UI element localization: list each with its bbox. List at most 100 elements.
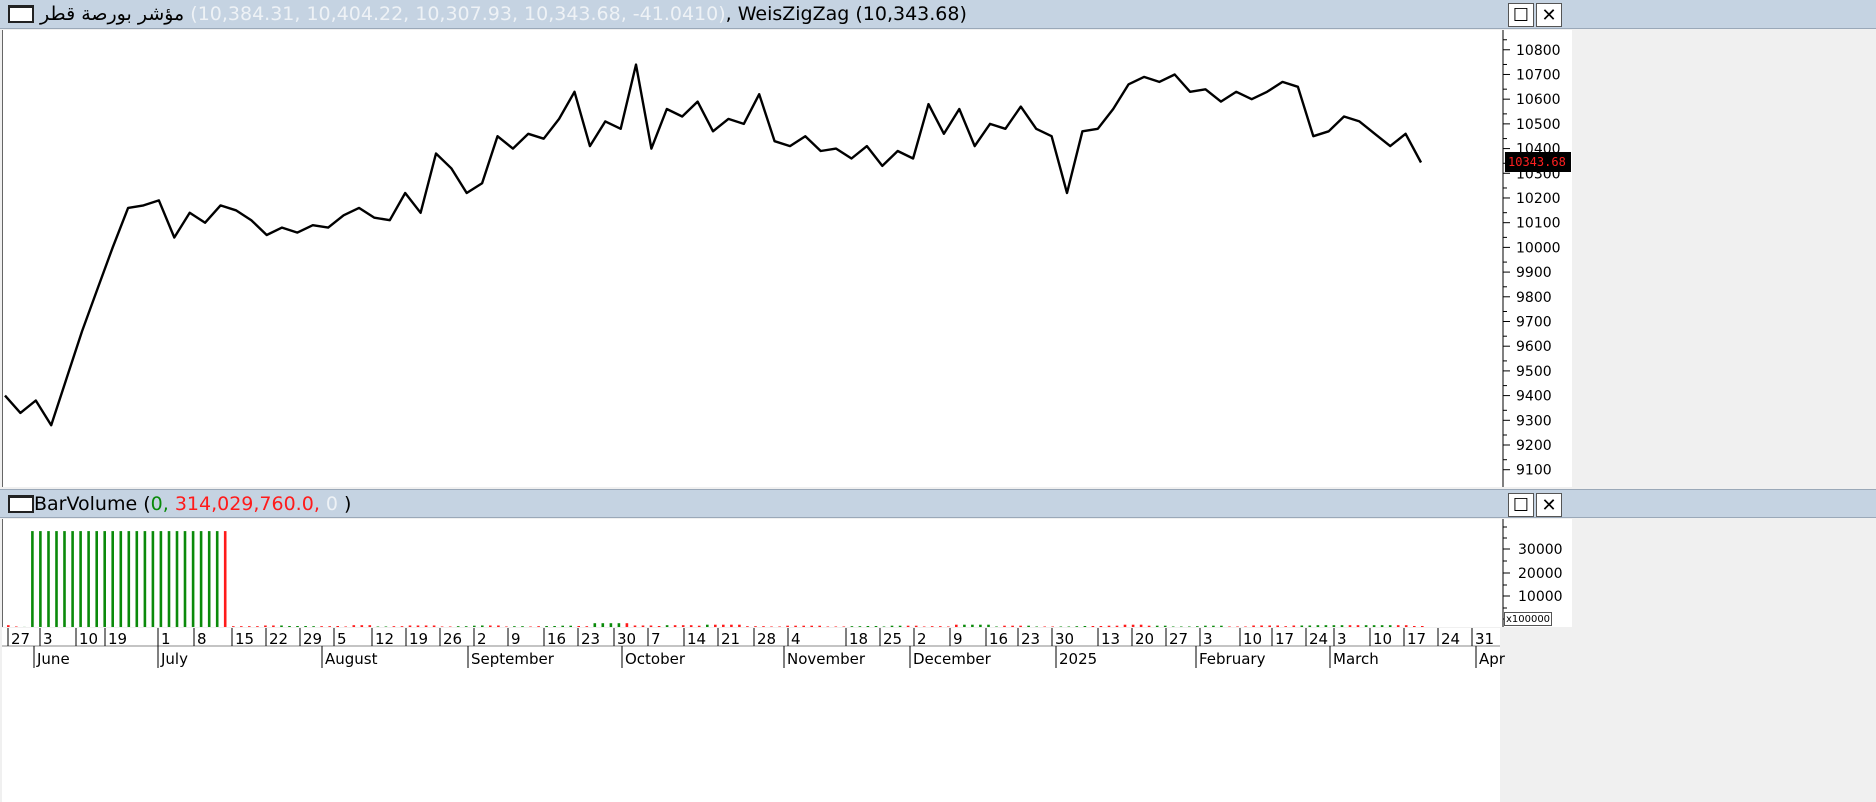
volume-bar bbox=[593, 623, 597, 627]
restore-icon: ☐ bbox=[1512, 494, 1530, 516]
month-label: Apr bbox=[1479, 650, 1506, 668]
month-label: December bbox=[913, 650, 992, 668]
volume-bar bbox=[63, 531, 66, 627]
price-chart[interactable] bbox=[3, 30, 1503, 487]
day-tick-label: 15 bbox=[235, 630, 254, 648]
volume-bar bbox=[1139, 624, 1143, 627]
volume-bar bbox=[111, 531, 114, 627]
volume-bar bbox=[1332, 625, 1336, 627]
month-label: February bbox=[1199, 650, 1266, 668]
price-chart-panel[interactable] bbox=[2, 30, 1503, 487]
volume-bar bbox=[625, 623, 629, 627]
volume-bar bbox=[489, 625, 492, 627]
volume-bar bbox=[810, 625, 813, 627]
volume-bar bbox=[1364, 625, 1368, 627]
volume-bar bbox=[1180, 626, 1183, 627]
day-tick-label: 5 bbox=[337, 630, 347, 648]
close-button[interactable]: ✕ bbox=[1536, 493, 1562, 517]
volume-bar bbox=[464, 626, 468, 627]
volume-bar bbox=[79, 531, 82, 627]
volume-bar bbox=[930, 626, 934, 627]
volume-bar bbox=[633, 625, 637, 627]
volume-bar bbox=[537, 626, 540, 627]
volume-bar bbox=[296, 626, 299, 627]
volume-bar bbox=[368, 625, 372, 627]
month-label: September bbox=[471, 650, 555, 668]
volume-bar bbox=[1228, 626, 1231, 627]
price-panel-title-line: مؤشر بورصة قطر (10,384.31, 10,404.22, 10… bbox=[40, 3, 967, 25]
price-tick-label: 10500 bbox=[1516, 117, 1561, 133]
last-value-tag: 10343.68 bbox=[1505, 152, 1571, 172]
restore-button[interactable]: ☐ bbox=[1508, 493, 1534, 517]
volume-bar bbox=[1356, 625, 1360, 627]
day-tick-label: 24 bbox=[1441, 630, 1460, 648]
volume-bar bbox=[955, 624, 958, 627]
price-tick-label: 9300 bbox=[1516, 413, 1552, 429]
volume-close-paren: ) bbox=[344, 493, 352, 515]
volume-bar bbox=[7, 625, 10, 627]
volume-bar bbox=[424, 625, 428, 627]
volume-bar bbox=[786, 625, 789, 627]
month-label: October bbox=[625, 650, 686, 668]
volume-bar bbox=[1348, 625, 1352, 627]
volume-bar bbox=[1324, 625, 1328, 627]
volume-chart[interactable] bbox=[3, 519, 1503, 627]
volume-bar bbox=[746, 626, 749, 627]
volume-bar bbox=[1276, 625, 1279, 627]
volume-bar bbox=[601, 623, 605, 627]
restore-button[interactable]: ☐ bbox=[1508, 3, 1534, 27]
volume-bar bbox=[939, 626, 942, 627]
price-tick-label: 10100 bbox=[1516, 216, 1561, 232]
volume-bar bbox=[914, 625, 918, 627]
volume-bar bbox=[513, 626, 516, 627]
volume-bar bbox=[1099, 626, 1103, 627]
day-tick-label: 2 bbox=[917, 630, 927, 648]
volume-bar bbox=[143, 531, 147, 627]
volume-title: BarVolume bbox=[34, 493, 138, 515]
price-tick-label: 10800 bbox=[1516, 43, 1561, 59]
volume-bar bbox=[1388, 625, 1392, 627]
volume-bar bbox=[826, 626, 830, 627]
volume-bar bbox=[440, 626, 444, 627]
volume-bar bbox=[1308, 625, 1312, 627]
volume-bar bbox=[1380, 625, 1384, 627]
volume-bar bbox=[1155, 625, 1159, 627]
day-tick-label: 19 bbox=[409, 630, 428, 648]
volume-bar bbox=[1188, 626, 1191, 627]
date-x-axis: 27 3 10 19 1 8 15 22 29 5 12 19 26 2 9 16 23 30 7 14 21 28 4 18… bbox=[2, 628, 1506, 802]
volume-bar bbox=[215, 531, 219, 627]
volume-bar bbox=[858, 626, 862, 627]
volume-bar bbox=[159, 531, 163, 627]
volume-bar bbox=[1059, 626, 1063, 627]
volume-bar bbox=[689, 625, 693, 627]
indicator-label: , WeisZigZag (10,343.68) bbox=[725, 3, 967, 25]
day-tick-label: 12 bbox=[375, 630, 394, 648]
volume-bar bbox=[15, 626, 18, 627]
day-tick-label: 23 bbox=[581, 630, 600, 648]
restore-icon: ☐ bbox=[1512, 4, 1530, 26]
volume-bar bbox=[1083, 626, 1087, 627]
volume-bar bbox=[850, 626, 854, 627]
month-label: June bbox=[36, 650, 70, 668]
volume-multiplier-label: x100000 bbox=[1504, 612, 1552, 626]
price-tick-label: 9900 bbox=[1516, 265, 1552, 281]
price-tick-label: 9800 bbox=[1516, 290, 1552, 306]
close-button[interactable]: ✕ bbox=[1536, 3, 1562, 27]
volume-bar bbox=[577, 626, 580, 627]
volume-bar bbox=[1252, 625, 1255, 627]
day-tick-label: 17 bbox=[1275, 630, 1294, 648]
close-icon: ✕ bbox=[1541, 4, 1557, 26]
volume-bar bbox=[906, 625, 910, 627]
volume-chart-panel[interactable] bbox=[2, 519, 1503, 627]
volume-bar bbox=[1316, 625, 1320, 627]
volume-bar bbox=[1244, 626, 1247, 627]
volume-bar bbox=[1284, 626, 1287, 627]
volume-value-faded: 0 bbox=[325, 493, 338, 515]
volume-bar bbox=[1171, 626, 1175, 627]
volume-bar bbox=[31, 531, 34, 627]
volume-bar bbox=[127, 531, 131, 627]
volume-bar bbox=[738, 624, 741, 627]
ohlc-values: (10,384.31, 10,404.22, 10,307.93, 10,343… bbox=[190, 3, 726, 25]
volume-bar bbox=[1372, 625, 1376, 627]
day-tick-label: 29 bbox=[303, 630, 322, 648]
